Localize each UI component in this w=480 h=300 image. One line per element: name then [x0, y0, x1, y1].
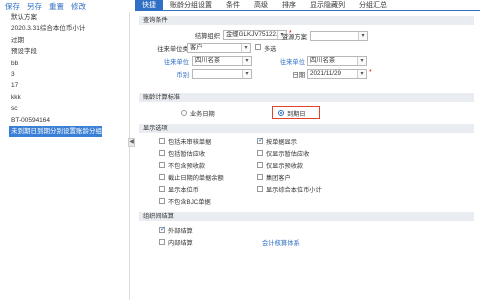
multi-select-label: 多选: [264, 46, 277, 53]
tab-bar: 快捷 账龄分组设置 条件 高级 排序 显示隐藏列 分组汇总: [135, 0, 480, 11]
checkbox-label: 包括未审核单据: [168, 139, 212, 146]
contact-to-field[interactable]: 四川名茶 ▾: [307, 56, 367, 66]
date-label: 日期: [292, 72, 305, 79]
save-as-button[interactable]: 另存: [27, 1, 42, 12]
checkbox-label: 显示综合本位币小计: [266, 187, 322, 194]
scheme-list: 默认方案 2020.3.31综合本位币小计 过期 预设字段 bb 3 17 kk…: [0, 12, 130, 300]
tab-quick[interactable]: 快捷: [135, 0, 163, 11]
contact-from-label[interactable]: 往来单位: [145, 57, 189, 66]
resource-scheme-label: 资源方案: [281, 34, 307, 41]
contact-type-value: 客户: [190, 44, 203, 51]
save-button[interactable]: 保存: [5, 1, 20, 12]
checkbox-checked[interactable]: [257, 136, 264, 144]
tab-columns[interactable]: 显示隐藏列: [303, 0, 352, 11]
checkbox-label: 显示本位币: [168, 187, 199, 194]
due-date-radio[interactable]: [278, 110, 284, 116]
checkbox-label: 内部结算: [168, 240, 193, 247]
contact-to-value: 四川名茶: [310, 57, 336, 64]
checkbox-label: 按单据显示: [266, 139, 297, 146]
checkbox[interactable]: [159, 150, 165, 156]
tab-group-summary[interactable]: 分组汇总: [352, 0, 394, 11]
list-item[interactable]: 2020.3.31综合本位币小计: [0, 23, 129, 34]
currency-field[interactable]: ▾: [192, 69, 252, 79]
section-aging: 账龄计算标准: [139, 93, 474, 102]
contact-from-value: 四川名茶: [195, 57, 221, 64]
list-item[interactable]: bb: [0, 58, 129, 69]
modify-button[interactable]: 修改: [71, 1, 86, 12]
checkbox[interactable]: [257, 186, 263, 192]
main-panel: 查询条件 结算组织 金蝶GLKJV75122... ▾ * 资源方案 ▾ 往来单…: [135, 12, 480, 300]
checkbox-label: 外部结算: [168, 228, 193, 235]
checkbox[interactable]: [159, 198, 165, 204]
lookup-icon[interactable]: ▾: [357, 57, 366, 65]
list-item-selected[interactable]: 未到期日到期分别设置账龄分组: [9, 125, 102, 138]
reset-button[interactable]: 重置: [49, 1, 64, 12]
checkbox-label: 包括暂估应收: [168, 151, 206, 158]
lookup-icon[interactable]: ▾: [242, 57, 251, 65]
list-item[interactable]: 过期: [0, 35, 129, 46]
checkbox[interactable]: [257, 150, 263, 156]
checkbox-label: 仅显示暂估应收: [266, 151, 310, 158]
checkbox[interactable]: [159, 162, 165, 168]
collapse-arrow-icon[interactable]: ◀: [128, 138, 135, 147]
checkbox[interactable]: [159, 174, 165, 180]
required-mark-icon: *: [369, 69, 372, 76]
chevron-down-icon[interactable]: ▾: [241, 44, 250, 52]
list-item[interactable]: 3: [0, 69, 129, 80]
date-picker[interactable]: 2021/11/29 ▾: [307, 69, 367, 79]
calendar-icon[interactable]: ▾: [357, 70, 366, 78]
list-item[interactable]: 默认方案: [0, 12, 129, 23]
contact-to-label[interactable]: 往来单位: [255, 57, 305, 66]
tab-advanced[interactable]: 高级: [247, 0, 275, 11]
checkbox-label: 仅显示预收款: [266, 163, 304, 170]
list-item[interactable]: 预设字段: [0, 46, 129, 57]
contact-type-select[interactable]: 客户 ▾: [187, 43, 251, 53]
settle-org-label: 结算组织: [194, 33, 220, 40]
lookup-icon[interactable]: ▾: [358, 32, 367, 40]
checkbox[interactable]: [159, 138, 165, 144]
checkbox[interactable]: [159, 186, 165, 192]
lookup-icon[interactable]: ▾: [242, 70, 251, 78]
list-item[interactable]: 17: [0, 80, 129, 91]
checkbox[interactable]: [257, 174, 263, 180]
multi-select-checkbox[interactable]: [255, 44, 261, 50]
checkbox-label: 集团客户: [266, 175, 291, 182]
section-query: 查询条件: [139, 16, 474, 25]
checkbox-checked[interactable]: [159, 225, 166, 233]
checkbox[interactable]: [159, 239, 165, 245]
currency-label[interactable]: 币别: [145, 70, 189, 79]
date-value: 2021/11/29: [310, 70, 342, 77]
tab-conditions[interactable]: 条件: [219, 0, 247, 11]
left-toolbar: 保存 另存 重置 修改: [0, 0, 130, 12]
list-item[interactable]: sc: [0, 103, 129, 114]
accounting-system-link[interactable]: 会计核算体系: [262, 238, 300, 247]
checkbox-label: 不包含预收款: [168, 163, 206, 170]
list-item[interactable]: BT-00594164: [0, 115, 129, 126]
due-date-label: 到期日: [287, 111, 306, 118]
tab-aging-group[interactable]: 账龄分组设置: [163, 0, 219, 11]
checkbox-label: 截止日期的单据余额: [168, 175, 224, 182]
contact-from-field[interactable]: 四川名茶 ▾: [192, 56, 252, 66]
tab-sort[interactable]: 排序: [275, 0, 303, 11]
business-date-label: 业务日期: [190, 111, 215, 118]
checkbox[interactable]: [257, 162, 263, 168]
business-date-radio[interactable]: [181, 110, 187, 116]
checkbox-label: 不包含BJC单据: [168, 199, 211, 206]
section-internal: 组织间结算: [139, 212, 474, 221]
list-item[interactable]: kkk: [0, 92, 129, 103]
section-display: 显示选项: [139, 124, 474, 133]
resource-scheme-field[interactable]: ▾: [310, 31, 368, 41]
